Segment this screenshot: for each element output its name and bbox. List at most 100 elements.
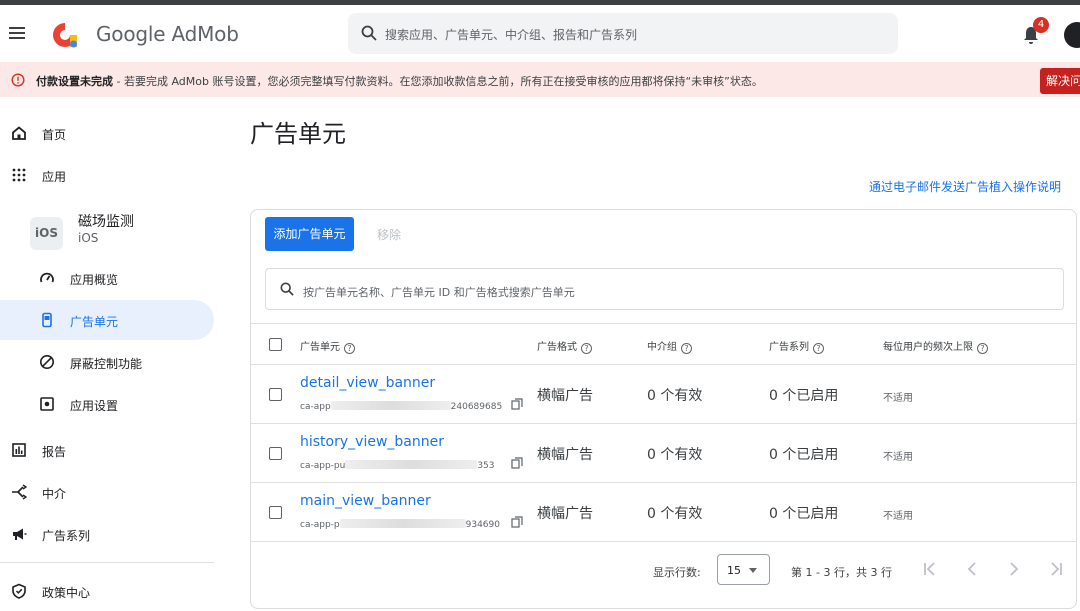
frequency-cap: 不适用 [883, 452, 913, 463]
column-label: 中介组 [647, 342, 677, 353]
ad-unit-name-link[interactable]: detail_view_banner [300, 375, 435, 391]
ad-format: 横幅广告 [537, 447, 593, 463]
ad-unit-id: ca-app-pu 353 [300, 460, 495, 471]
help-icon[interactable]: ? [581, 343, 592, 354]
search-placeholder: 按广告单元名称、广告单元 ID 和广告格式搜索广告单元 [303, 286, 575, 299]
sidebar-item-label: 应用概览 [70, 273, 119, 287]
sidebar-item-mediation[interactable]: 中介 [0, 472, 214, 512]
page-title: 广告单元 [250, 120, 346, 148]
redacted-id [345, 460, 478, 469]
sidebar-item-label: 屏蔽控制功能 [70, 357, 143, 371]
row-checkbox[interactable] [269, 506, 282, 519]
home-icon [12, 126, 26, 140]
column-label: 广告单元 [300, 342, 340, 353]
sidebar-selected-app[interactable]: iOS 磁场监测 iOS [0, 205, 214, 255]
bar-chart-icon [12, 443, 26, 457]
sidebar-item-blocking-controls[interactable]: 屏蔽控制功能 [0, 342, 214, 382]
resolve-button[interactable]: 解决问 [1040, 68, 1080, 94]
campaigns-count: 0 个已启用 [769, 388, 839, 404]
ad-unit-id-suffix: 934690 [465, 520, 500, 530]
column-header-mediation[interactable]: 中介组? [647, 338, 692, 354]
sidebar-item-label: 中介 [42, 487, 67, 501]
add-ad-unit-button[interactable]: 添加广告单元 [265, 217, 354, 251]
table-pagination: 显示行数: 15 第 1 - 3 行，共 3 行 [251, 547, 1076, 597]
sidebar-item-label: 广告单元 [70, 315, 119, 329]
sidebar-item-campaigns[interactable]: 广告系列 [0, 514, 214, 554]
ad-unit-id-suffix: 353 [477, 461, 495, 471]
global-search[interactable]: 搜索应用、广告单元、中介组、报告和广告系列 [348, 13, 898, 54]
sidebar-item-label: 报告 [42, 445, 67, 459]
redacted-id [330, 401, 451, 410]
row-checkbox[interactable] [269, 447, 282, 460]
megaphone-icon [13, 528, 27, 540]
table-row[interactable]: detail_view_banner ca-app 240689685 横幅广告 … [251, 365, 1076, 424]
frequency-cap: 不适用 [883, 511, 913, 522]
mediation-groups: 0 个有效 [647, 506, 703, 522]
rows-per-page-label: 显示行数: [653, 566, 701, 579]
notification-count-badge: 4 [1033, 17, 1049, 33]
brand-name: Google AdMob [96, 22, 239, 46]
menu-icon[interactable] [9, 27, 25, 39]
next-page-icon[interactable] [1005, 560, 1023, 578]
alert-message: - 若要完成 AdMob 账号设置，您必须完整填写付款资料。在您添加收款信息之前… [113, 75, 763, 88]
search-icon [361, 25, 377, 41]
dropdown-caret-icon [749, 568, 757, 573]
last-page-icon[interactable] [1047, 560, 1065, 578]
payment-alert-banner: 付款设置未完成 - 若要完成 AdMob 账号设置，您必须完整填写付款资料。在您… [0, 62, 1080, 97]
row-checkbox[interactable] [269, 388, 282, 401]
ad-unit-id: ca-app 240689685 [300, 401, 502, 412]
ad-unit-name-link[interactable]: history_view_banner [300, 434, 444, 450]
column-label: 广告格式 [537, 342, 577, 353]
app-platform: iOS [78, 231, 99, 245]
first-page-icon[interactable] [921, 560, 939, 578]
sidebar-item-label: 应用设置 [70, 399, 119, 413]
select-all-checkbox[interactable] [269, 338, 282, 351]
column-label: 每位用户的频次上限 [883, 342, 973, 353]
sidebar-item-app-settings[interactable]: 应用设置 [0, 384, 214, 424]
ad-unit-name-link[interactable]: main_view_banner [300, 493, 431, 509]
ad-unit-id-prefix: ca-app-p [300, 520, 340, 530]
admob-logo-icon[interactable] [50, 20, 80, 50]
table-row[interactable]: main_view_banner ca-app-p 934690 横幅广告 0 个… [251, 483, 1076, 542]
settings-gear-icon [40, 397, 54, 411]
sidebar-item-app-overview[interactable]: 应用概览 [0, 258, 214, 298]
alert-title: 付款设置未完成 [36, 75, 113, 88]
remove-button[interactable]: 移除 [377, 226, 401, 243]
copy-icon[interactable] [511, 516, 523, 528]
error-icon [11, 73, 25, 87]
sidebar-item-ad-units[interactable]: 广告单元 [0, 300, 214, 340]
copy-icon[interactable] [511, 398, 523, 410]
email-instructions-link[interactable]: 通过电子邮件发送广告植入操作说明 [869, 178, 1061, 195]
help-icon[interactable]: ? [977, 343, 988, 354]
sidebar-item-policy-center[interactable]: 政策中心 [0, 571, 214, 611]
alert-text: 付款设置未完成 - 若要完成 AdMob 账号设置，您必须完整填写付款资料。在您… [36, 73, 763, 89]
help-icon[interactable]: ? [344, 343, 355, 354]
dashboard-gauge-icon [40, 272, 54, 283]
table-header: 广告单元? 广告格式? 中介组? 广告系列? 每位用户的频次上限? [251, 323, 1076, 365]
column-header-frequency-cap[interactable]: 每位用户的频次上限? [883, 338, 988, 354]
campaigns-count: 0 个已启用 [769, 506, 839, 522]
column-header-ad-unit[interactable]: 广告单元? [300, 338, 355, 354]
help-icon[interactable]: ? [813, 343, 824, 354]
help-icon[interactable]: ? [681, 343, 692, 354]
campaigns-count: 0 个已启用 [769, 447, 839, 463]
table-row[interactable]: history_view_banner ca-app-pu 353 横幅广告 0 … [251, 424, 1076, 483]
user-avatar[interactable] [1064, 22, 1080, 48]
column-label: 广告系列 [769, 342, 809, 353]
sidebar: 首页 应用 iOS 磁场监测 iOS 应用概览 广告单元 屏蔽控制功能 应用设置… [0, 97, 228, 600]
copy-icon[interactable] [511, 457, 523, 469]
rows-per-page-select[interactable]: 15 [717, 554, 770, 585]
ad-units-card: 添加广告单元 移除 按广告单元名称、广告单元 ID 和广告格式搜索广告单元 广告… [250, 209, 1077, 609]
rows-per-page-value: 15 [727, 564, 741, 577]
column-header-campaigns[interactable]: 广告系列? [769, 338, 824, 354]
sidebar-item-label: 广告系列 [42, 529, 91, 543]
sidebar-item-reports[interactable]: 报告 [0, 430, 214, 470]
previous-page-icon[interactable] [963, 560, 981, 578]
sidebar-item-apps[interactable]: 应用 [0, 155, 214, 195]
mediation-groups: 0 个有效 [647, 388, 703, 404]
ad-unit-search-input[interactable]: 按广告单元名称、广告单元 ID 和广告格式搜索广告单元 [265, 268, 1064, 310]
sidebar-item-home[interactable]: 首页 [0, 113, 214, 153]
column-header-format[interactable]: 广告格式? [537, 338, 592, 354]
redacted-id [339, 519, 466, 528]
sidebar-item-label: 首页 [42, 128, 67, 142]
